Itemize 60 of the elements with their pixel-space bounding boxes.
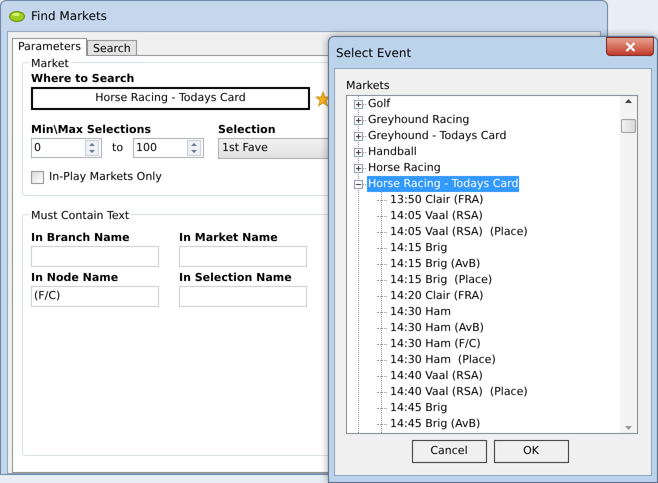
- spin-arrows-icon[interactable]: [187, 140, 202, 156]
- field-label: In Branch Name: [31, 230, 130, 246]
- checkbox[interactable]: [31, 170, 44, 184]
- tree-item[interactable]: 14:15 Brig: [389, 240, 448, 256]
- collapse-icon[interactable]: [354, 180, 363, 188]
- search-location-field[interactable]: Horse Racing - Todays Card: [31, 87, 310, 110]
- tree-item[interactable]: 14:40 Vaal (RSA) (Place): [389, 384, 529, 400]
- app-icon: [9, 10, 25, 22]
- field-label: Min\Max Selections: [31, 122, 151, 138]
- expand-icon[interactable]: [354, 148, 363, 156]
- number-spinner[interactable]: 100: [133, 138, 204, 158]
- field-label: Where to Search: [31, 71, 134, 87]
- tree-item[interactable]: 14:30 Ham (AvB): [389, 320, 485, 336]
- tree-item[interactable]: 14:15 Brig (Place): [389, 272, 494, 288]
- scroll-thumb[interactable]: [621, 119, 636, 133]
- spin-arrows-icon[interactable]: [85, 140, 99, 156]
- tree-item[interactable]: Greyhound - Todays Card: [367, 128, 508, 144]
- tree-item[interactable]: Golf: [367, 96, 392, 112]
- tree-item[interactable]: Greyhound Racing: [367, 112, 470, 128]
- field-label: In Node Name: [31, 270, 118, 286]
- field-label: In Selection Name: [179, 270, 292, 286]
- tree-item[interactable]: 14:20 Clair (FRA): [389, 288, 484, 304]
- number-spinner[interactable]: 0: [31, 138, 102, 158]
- dialog-button[interactable]: OK: [494, 440, 568, 463]
- expand-icon[interactable]: [354, 132, 363, 140]
- scroll-up-icon[interactable]: [625, 99, 632, 103]
- text-field[interactable]: (F/C): [31, 286, 159, 307]
- markets-label: Markets: [346, 78, 391, 94]
- tree-item[interactable]: 14:15 Brig (AvB): [389, 256, 482, 272]
- window-title: Select Event: [335, 45, 412, 62]
- tree-item[interactable]: 14:40 Vaal (RSA): [389, 368, 484, 384]
- tree-item[interactable]: Handball: [367, 144, 418, 160]
- tree-item[interactable]: 14:30 Ham (F/C): [389, 336, 482, 352]
- tab[interactable]: Parameters: [12, 38, 87, 56]
- expand-icon[interactable]: [354, 164, 363, 172]
- field-label: Selection: [218, 122, 276, 138]
- tree-item[interactable]: 13:50 Clair (FRA): [389, 192, 484, 208]
- tree-item[interactable]: 14:45 Brig (AvB): [389, 416, 482, 432]
- tree-item[interactable]: 14:30 Ham (Place): [389, 352, 497, 368]
- text-field[interactable]: [179, 286, 307, 307]
- range-separator: to: [112, 140, 124, 156]
- close-button[interactable]: [606, 37, 654, 56]
- star-icon[interactable]: [315, 90, 331, 106]
- tree-item[interactable]: 14:30 Ham: [389, 304, 452, 320]
- expand-icon[interactable]: [354, 100, 363, 108]
- text-field[interactable]: [31, 246, 159, 267]
- tab[interactable]: Search: [86, 40, 137, 55]
- window-title: Find Markets: [31, 8, 107, 25]
- text-field[interactable]: [179, 246, 307, 267]
- close-icon: [624, 42, 636, 52]
- field-label: In Market Name: [179, 230, 278, 246]
- tree-item[interactable]: Horse Racing: [367, 160, 442, 176]
- scrollbar[interactable]: [620, 96, 637, 433]
- scroll-down-icon[interactable]: [625, 426, 632, 430]
- tree-item[interactable]: 14:05 Vaal (RSA) (Place): [389, 224, 529, 240]
- tree-item[interactable]: 14:05 Vaal (RSA): [389, 208, 484, 224]
- expand-icon[interactable]: [354, 116, 363, 124]
- dialog-button[interactable]: Cancel: [412, 440, 486, 463]
- tree-item[interactable]: 14:45 Brig: [389, 400, 448, 416]
- checkbox-label: In-Play Markets Only: [49, 169, 162, 185]
